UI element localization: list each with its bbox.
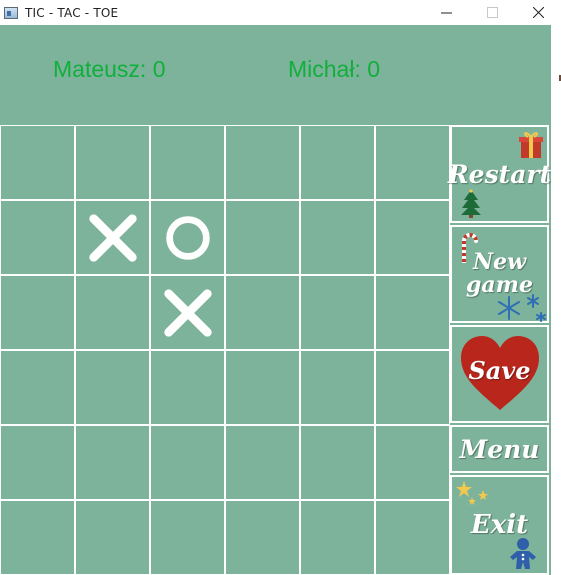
board-cell-r3-c6[interactable] xyxy=(375,275,450,350)
window-controls xyxy=(423,0,561,25)
x-mark xyxy=(88,213,137,262)
close-icon xyxy=(532,7,544,18)
side-menu: Restart New game Save Menu Exit xyxy=(447,125,552,575)
board-cell-r4-c4[interactable] xyxy=(225,350,300,425)
board-cell-r6-c5[interactable] xyxy=(300,500,375,575)
new-game-button[interactable]: New game xyxy=(450,225,549,323)
close-button[interactable] xyxy=(515,0,561,25)
christmas-tree-icon xyxy=(461,189,481,218)
board-cell-r6-c6[interactable] xyxy=(375,500,450,575)
board-cell-r4-c3[interactable] xyxy=(150,350,225,425)
board-cell-r2-c2[interactable] xyxy=(75,200,150,275)
save-button[interactable]: Save xyxy=(450,325,549,423)
board-cell-r5-c1[interactable] xyxy=(0,425,75,500)
board-cell-r5-c5[interactable] xyxy=(300,425,375,500)
board-cell-r5-c2[interactable] xyxy=(75,425,150,500)
board-cell-r3-c3[interactable] xyxy=(150,275,225,350)
player2-score: Michał: 0 xyxy=(288,56,381,82)
board-cell-r3-c4[interactable] xyxy=(225,275,300,350)
maximize-button xyxy=(469,0,515,25)
gingerbread-man-icon xyxy=(510,538,536,569)
game-area: Mateusz: 0 Michał: 0 Restart New game Sa… xyxy=(0,25,551,575)
board-cell-r2-c6[interactable] xyxy=(375,200,450,275)
title-bar: TIC - TAC - TOE xyxy=(0,0,561,25)
menu-label: Menu xyxy=(459,434,540,464)
heart-badge: Save xyxy=(459,334,541,414)
board-cell-r6-c2[interactable] xyxy=(75,500,150,575)
restart-label: Restart xyxy=(447,159,552,189)
board-cell-r5-c6[interactable] xyxy=(375,425,450,500)
o-mark xyxy=(165,215,210,260)
snowflakes-icon xyxy=(498,294,546,322)
minimize-icon xyxy=(440,12,452,14)
board-cell-r3-c5[interactable] xyxy=(300,275,375,350)
board-cell-r1-c2[interactable] xyxy=(75,125,150,200)
board-cell-r4-c6[interactable] xyxy=(375,350,450,425)
board-cell-r6-c3[interactable] xyxy=(150,500,225,575)
candy-cane-icon xyxy=(462,233,478,263)
board-cell-r6-c4[interactable] xyxy=(225,500,300,575)
board-cell-r4-c2[interactable] xyxy=(75,350,150,425)
scoreboard: Mateusz: 0 Michał: 0 xyxy=(0,25,551,125)
app-icon xyxy=(4,6,18,19)
player1-score: Mateusz: 0 xyxy=(53,56,166,82)
game-board xyxy=(0,125,450,575)
window-edge xyxy=(551,25,561,575)
board-cell-r2-c4[interactable] xyxy=(225,200,300,275)
save-label: Save xyxy=(468,356,531,385)
board-cell-r5-c4[interactable] xyxy=(225,425,300,500)
board-cell-r3-c2[interactable] xyxy=(75,275,150,350)
board-cell-r1-c4[interactable] xyxy=(225,125,300,200)
exit-button[interactable]: Exit xyxy=(450,475,549,575)
minimize-button[interactable] xyxy=(423,0,469,25)
gift-icon xyxy=(519,132,543,158)
board-cell-r1-c6[interactable] xyxy=(375,125,450,200)
x-mark xyxy=(163,288,212,337)
window-title: TIC - TAC - TOE xyxy=(25,5,119,20)
restart-button[interactable]: Restart xyxy=(447,125,552,223)
board-cell-r1-c5[interactable] xyxy=(300,125,375,200)
board-cell-r3-c1[interactable] xyxy=(0,275,75,350)
menu-button[interactable]: Menu xyxy=(450,425,549,473)
board-cell-r4-c5[interactable] xyxy=(300,350,375,425)
board-cell-r2-c3[interactable] xyxy=(150,200,225,275)
maximize-icon xyxy=(486,7,498,18)
board-cell-r1-c1[interactable] xyxy=(0,125,75,200)
board-cell-r1-c3[interactable] xyxy=(150,125,225,200)
board-cell-r4-c1[interactable] xyxy=(0,350,75,425)
board-cell-r5-c3[interactable] xyxy=(150,425,225,500)
stars-icon xyxy=(456,481,488,505)
board-cell-r6-c1[interactable] xyxy=(0,500,75,575)
board-cell-r2-c1[interactable] xyxy=(0,200,75,275)
exit-label: Exit xyxy=(470,510,529,540)
board-cell-r2-c5[interactable] xyxy=(300,200,375,275)
